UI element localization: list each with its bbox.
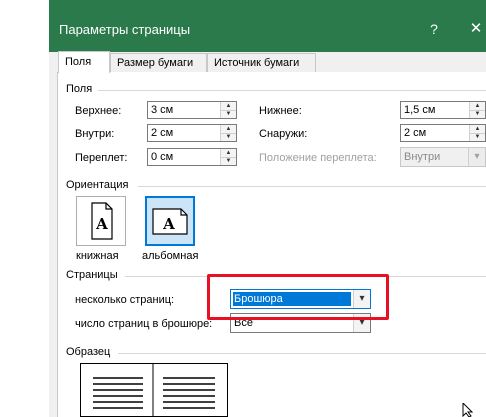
orientation-divider xyxy=(138,186,486,187)
gutter-position-label: Положение переплета: xyxy=(259,152,377,164)
gutter-spinner[interactable]: 0 см ▲ ▼ xyxy=(147,148,237,166)
tab-margins[interactable]: Поля xyxy=(58,51,110,73)
portrait-button[interactable]: A xyxy=(76,196,126,246)
booklet-pages-label: число страниц в брошюре: xyxy=(75,318,213,330)
pages-section-label: Страницы xyxy=(66,269,118,281)
inside-margin-label: Внутри: xyxy=(75,128,115,140)
outside-margin-spinner[interactable]: 2 см ▲ ▼ xyxy=(400,124,486,142)
gutter-value: 0 см xyxy=(151,151,174,163)
bottom-margin-label: Нижнее: xyxy=(259,105,302,117)
top-margin-value: 3 см xyxy=(151,104,174,116)
multiple-pages-label: несколько страниц: xyxy=(75,294,175,306)
outside-margin-label: Снаружи: xyxy=(259,128,308,140)
inside-margin-spinner[interactable]: 2 см ▲ ▼ xyxy=(147,124,237,142)
landscape-label[interactable]: альбомная xyxy=(142,250,198,262)
highlight-annotation xyxy=(207,274,389,320)
svg-text:A: A xyxy=(95,215,108,233)
inside-margin-value: 2 см xyxy=(151,127,174,139)
mouse-cursor-icon xyxy=(462,403,474,417)
orientation-section-label: Ориентация xyxy=(66,179,129,191)
gutter-position-value: Внутри xyxy=(404,151,441,163)
top-margin-spinner[interactable]: 3 см ▲ ▼ xyxy=(147,101,237,119)
spin-down-icon[interactable]: ▼ xyxy=(470,110,485,118)
bottom-margin-value: 1,5 см xyxy=(404,104,436,116)
gutter-position-select: Внутри ▾ xyxy=(400,147,486,167)
spin-down-icon[interactable]: ▼ xyxy=(470,133,485,141)
dialog-title: Параметры страницы xyxy=(59,22,191,37)
tab-paper-size[interactable]: Размер бумаги xyxy=(110,53,207,72)
portrait-page-icon: A xyxy=(91,202,113,240)
booklet-preview-icon xyxy=(93,364,215,416)
spin-down-icon[interactable]: ▼ xyxy=(221,110,236,118)
help-button[interactable]: ? xyxy=(425,20,443,38)
spin-down-icon[interactable]: ▼ xyxy=(221,133,236,141)
preview-thumbnail xyxy=(80,363,228,417)
gutter-label: Переплет: xyxy=(75,152,128,164)
close-button[interactable]: ✕ xyxy=(466,19,486,39)
bottom-margin-spinner[interactable]: 1,5 см ▲ ▼ xyxy=(400,101,486,119)
top-margin-label: Верхнее: xyxy=(75,105,122,117)
landscape-page-icon: A xyxy=(152,208,188,235)
margins-divider xyxy=(98,90,486,91)
chevron-down-icon: ▾ xyxy=(468,148,485,166)
outside-margin-value: 2 см xyxy=(404,127,427,139)
svg-text:A: A xyxy=(162,215,175,233)
margins-section-label: Поля xyxy=(66,83,93,95)
tab-paper-source[interactable]: Источник бумаги xyxy=(207,53,316,72)
portrait-label[interactable]: книжная xyxy=(76,250,119,262)
landscape-button[interactable]: A xyxy=(145,196,195,246)
preview-divider xyxy=(118,353,486,354)
spin-down-icon[interactable]: ▼ xyxy=(221,157,236,165)
preview-section-label: Образец xyxy=(66,346,111,358)
